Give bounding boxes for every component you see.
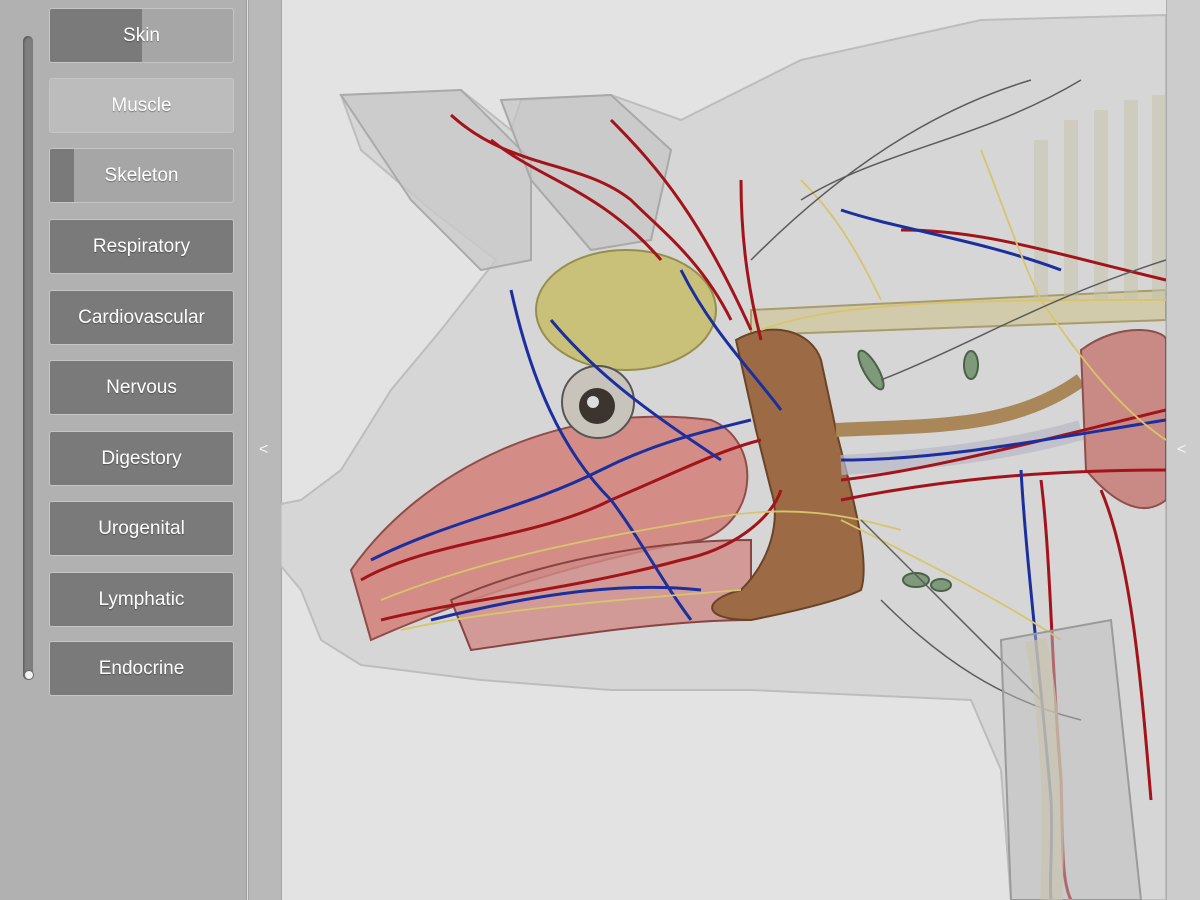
pig-ear-left [339,88,532,272]
layer-button-urogenital[interactable]: Urogenital [49,501,234,556]
layer-label: Endocrine [98,657,185,679]
pig-anatomy-model [281,13,1166,900]
right-panel-handle[interactable]: < [1166,0,1200,900]
pig-lymph-node [963,350,979,380]
layer-label: Cardiovascular [78,306,205,328]
layer-button-skin[interactable]: Skin [49,8,234,63]
pig-lymph-node [930,578,952,592]
layer-button-endocrine[interactable]: Endocrine [49,641,234,696]
anatomy-3d-viewport[interactable] [281,0,1166,900]
pig-brain [535,249,717,371]
layer-button-skeleton[interactable]: Skeleton [49,148,234,203]
layer-label: Digestory [101,447,182,469]
panel-collapse-handle[interactable]: < [248,0,282,900]
transparency-slider-knob[interactable] [24,670,34,680]
layer-label: Urogenital [98,517,185,539]
layer-label: Respiratory [92,235,191,257]
layer-label: Skin [123,24,160,46]
layer-label: Skeleton [104,164,179,186]
layer-button-cardiovascular[interactable]: Cardiovascular [49,290,234,345]
layers-panel: Skin Muscle Skeleton Respiratory Cardiov… [0,0,247,900]
collapse-arrow-icon: < [259,441,269,458]
layer-label: Lymphatic [98,588,185,610]
layer-label: Muscle [111,94,172,116]
pig-eye-pupil [587,396,599,408]
layer-button-nervous[interactable]: Nervous [49,360,234,415]
layer-button-digestory[interactable]: Digestory [49,431,234,486]
layer-button-muscle[interactable]: Muscle [49,78,234,133]
layer-button-lymphatic[interactable]: Lymphatic [49,572,234,627]
expand-arrow-icon: < [1177,441,1187,458]
layer-label: Nervous [106,376,177,398]
transparency-slider[interactable] [23,36,34,680]
layer-button-respiratory[interactable]: Respiratory [49,219,234,274]
